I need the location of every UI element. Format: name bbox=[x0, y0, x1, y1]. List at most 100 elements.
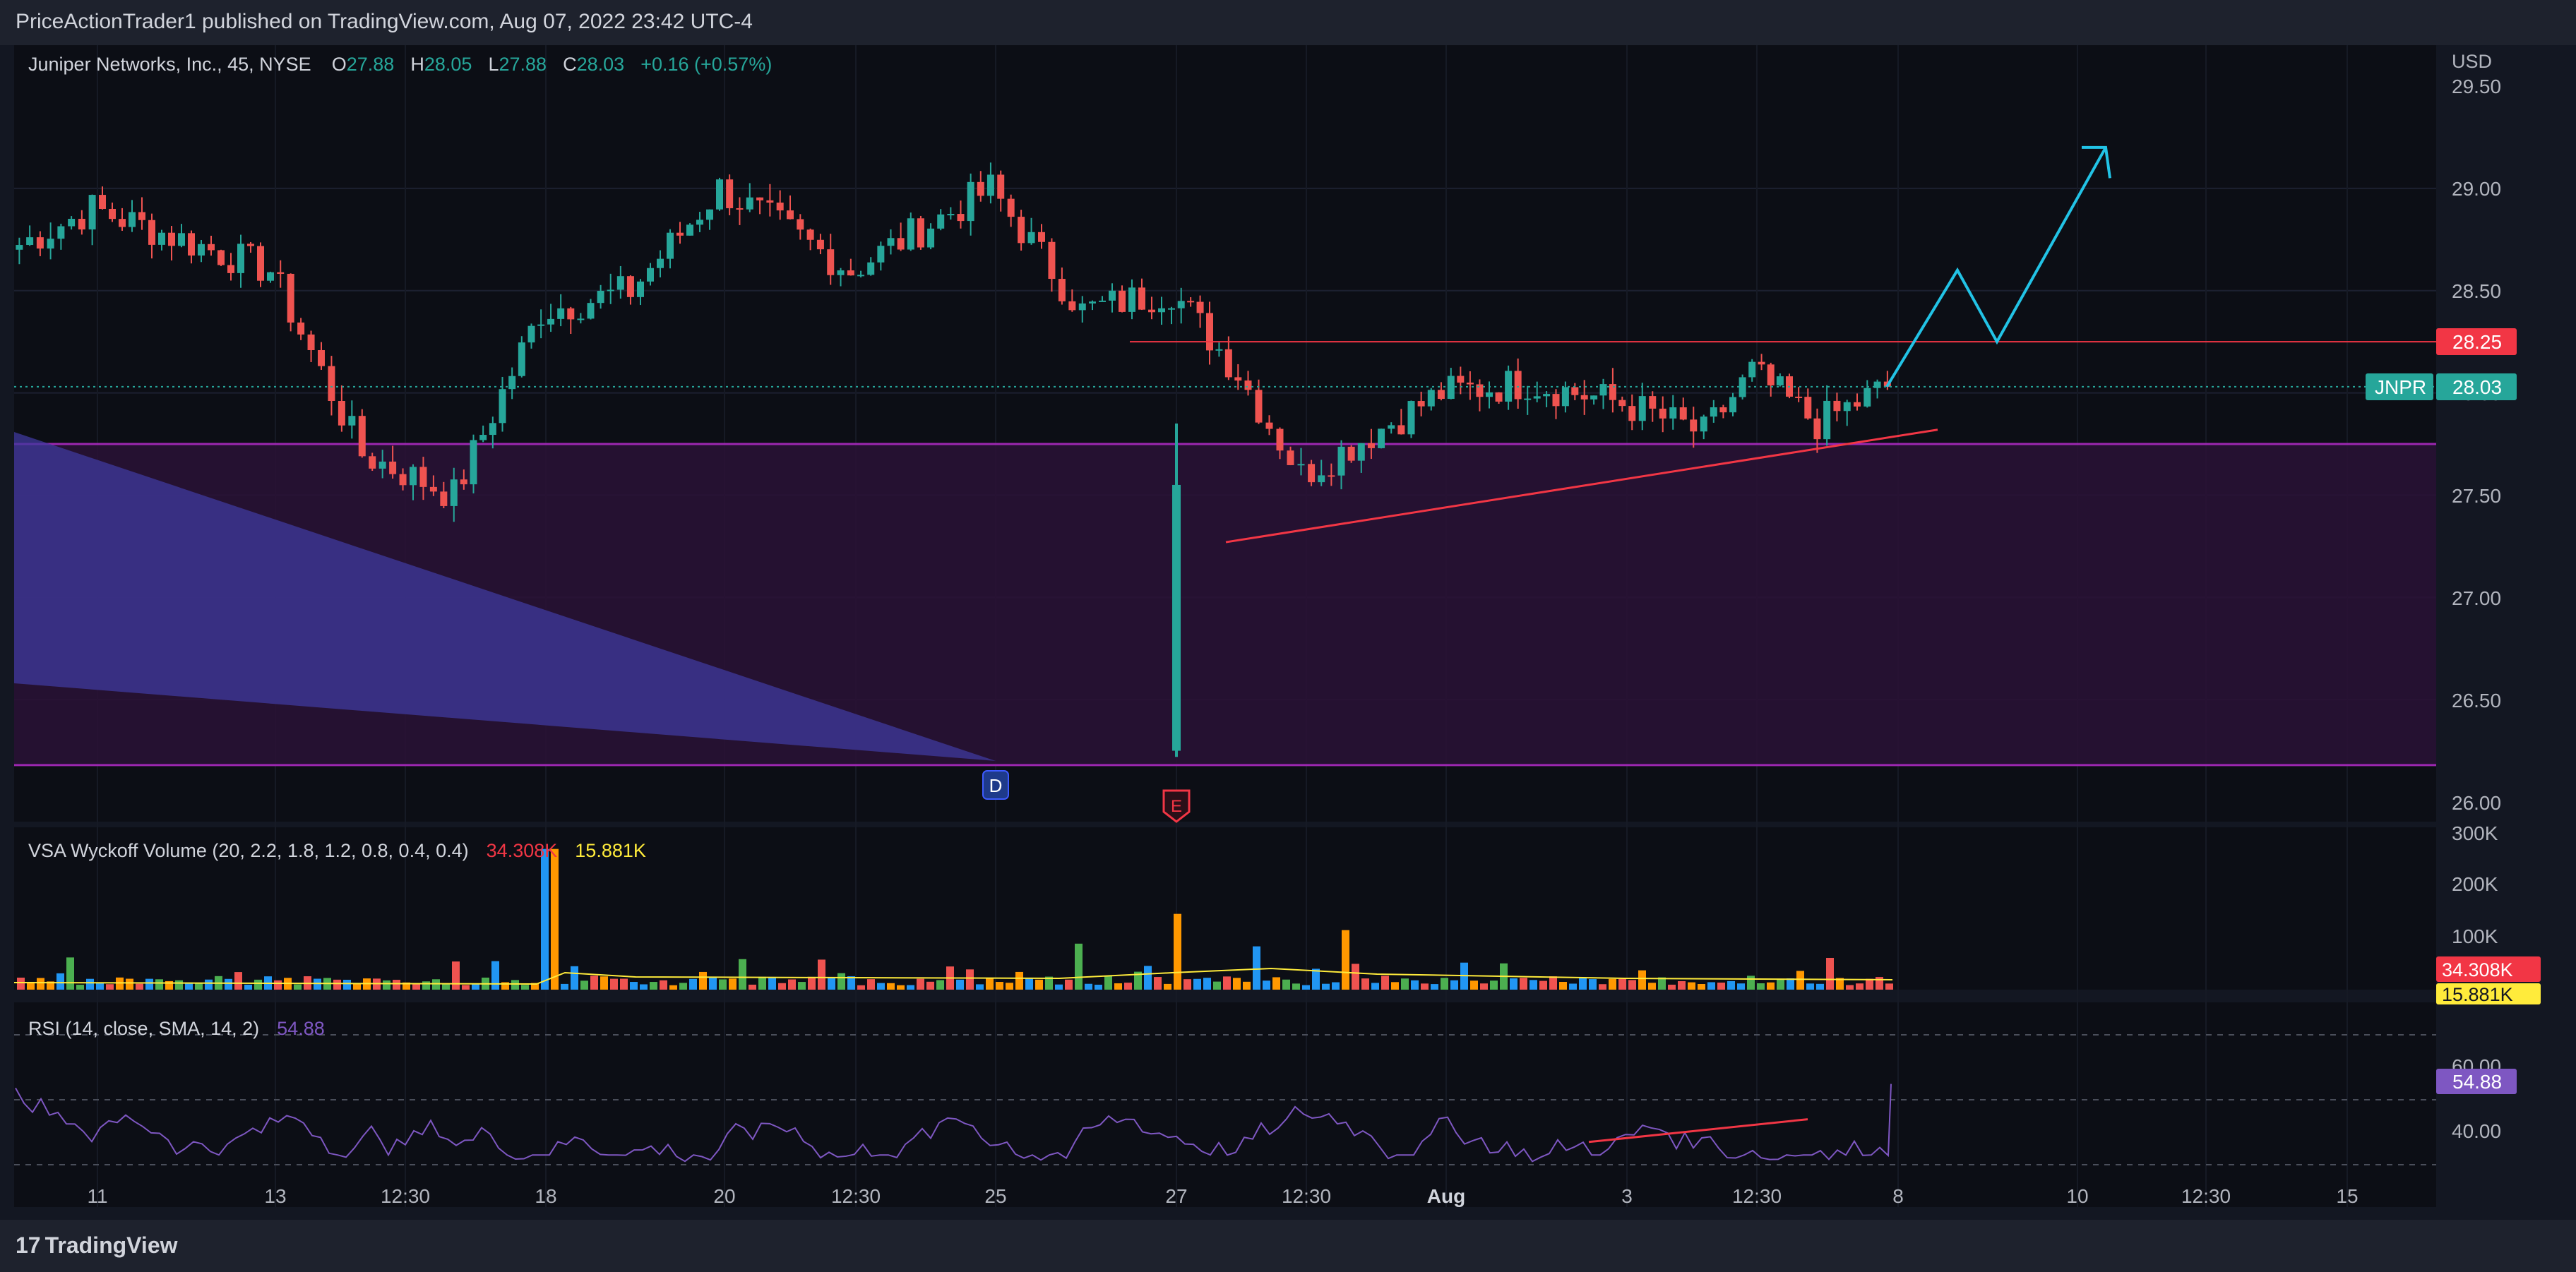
candle-body bbox=[1843, 402, 1851, 412]
volume-bar bbox=[1391, 982, 1399, 990]
candle-body bbox=[168, 232, 175, 246]
price-ticks: 29.50 29.00 28.50 28.00 27.50 27.00 26.5… bbox=[2452, 76, 2501, 814]
earnings-marker: E bbox=[1171, 797, 1182, 816]
volume-bar bbox=[729, 978, 737, 990]
time-tick: 10 bbox=[2066, 1185, 2088, 1207]
symbol-name[interactable]: Juniper Networks, Inc., 45, NYSE bbox=[28, 54, 311, 75]
candle-body bbox=[626, 276, 634, 297]
candle-body bbox=[348, 416, 356, 426]
volume-bar bbox=[343, 980, 351, 990]
volume-bar bbox=[1737, 983, 1745, 990]
tradingview-logo[interactable]: 17 TradingView bbox=[16, 1232, 178, 1259]
volume-bar bbox=[205, 979, 213, 990]
volume-bar bbox=[1846, 985, 1854, 990]
volume-bar bbox=[294, 984, 302, 990]
candle-body bbox=[419, 467, 427, 487]
candle-body bbox=[647, 268, 654, 282]
volume-bar bbox=[66, 957, 74, 990]
last-price-tag: 28.03 bbox=[2452, 376, 2502, 398]
candle-body bbox=[917, 218, 924, 248]
volume-bar bbox=[1124, 983, 1132, 990]
candle-body bbox=[1168, 308, 1175, 310]
volume-bar bbox=[1243, 981, 1251, 990]
candle-body bbox=[26, 237, 34, 246]
candle-body bbox=[378, 461, 386, 469]
candle-body bbox=[977, 181, 984, 196]
time-tick: 15 bbox=[2336, 1185, 2358, 1207]
candle-body bbox=[686, 224, 693, 236]
candle-body bbox=[1476, 384, 1484, 397]
volume-bar bbox=[689, 978, 697, 990]
candle-body bbox=[1659, 408, 1666, 419]
price-tick: 29.00 bbox=[2452, 178, 2501, 200]
candle-body bbox=[1795, 396, 1803, 398]
volume-bar bbox=[1520, 978, 1527, 990]
candle-body bbox=[1367, 443, 1375, 448]
volume-bar bbox=[452, 961, 460, 990]
volume-bar bbox=[1352, 964, 1359, 990]
candle-body bbox=[1813, 418, 1821, 440]
volume-bar bbox=[1638, 970, 1646, 990]
rsi-title[interactable]: RSI (14, close, SMA, 14, 2) bbox=[28, 1018, 259, 1039]
candle-body bbox=[587, 303, 595, 319]
candle-body bbox=[736, 208, 744, 210]
volume-bar bbox=[274, 980, 282, 990]
candle-body bbox=[1833, 400, 1841, 412]
high-label: H bbox=[410, 54, 424, 75]
time-tick: 20 bbox=[713, 1185, 735, 1207]
volume-tag: 34.308K bbox=[2442, 959, 2513, 980]
high-value: 28.05 bbox=[424, 54, 472, 75]
time-tick: 3 bbox=[1621, 1185, 1633, 1207]
volume-bar bbox=[907, 985, 914, 990]
candle-body bbox=[1337, 446, 1345, 476]
candle-body bbox=[787, 210, 794, 220]
candle-body bbox=[1599, 384, 1607, 396]
chart-canvas[interactable]: USD 29.50 29.00 28.50 28.00 27.50 27.00 … bbox=[0, 0, 2576, 1272]
candle-body bbox=[109, 208, 116, 220]
volume-bar bbox=[1233, 978, 1241, 990]
candle-body bbox=[706, 209, 713, 220]
candle-body bbox=[1495, 392, 1503, 402]
volume-bar bbox=[1678, 981, 1686, 990]
volume-bar bbox=[1431, 984, 1438, 990]
candle-body bbox=[1089, 301, 1096, 304]
volume-bar bbox=[926, 981, 934, 990]
volume-bar bbox=[225, 978, 232, 990]
price-tick: 28.50 bbox=[2452, 280, 2501, 302]
volume-bar bbox=[1767, 982, 1775, 990]
volume-bar bbox=[1777, 978, 1784, 990]
candle-body bbox=[537, 324, 545, 326]
volume-bar bbox=[1272, 977, 1280, 990]
candle-body bbox=[746, 197, 753, 210]
candle-body bbox=[36, 237, 44, 249]
volume-title[interactable]: VSA Wyckoff Volume (20, 2.2, 1.8, 1.2, 0… bbox=[28, 840, 469, 861]
candle-body bbox=[1854, 402, 1861, 407]
volume-bar bbox=[1312, 968, 1320, 990]
volume-bar bbox=[1213, 981, 1221, 990]
candle-body bbox=[1048, 241, 1056, 280]
candle-body bbox=[1571, 387, 1579, 395]
candle-body bbox=[637, 281, 644, 297]
volume-bar bbox=[1006, 983, 1013, 990]
volume-bar bbox=[1510, 978, 1517, 990]
volume-bar bbox=[956, 979, 964, 990]
volume-tick: 200K bbox=[2452, 873, 2498, 895]
price-currency: USD bbox=[2452, 51, 2492, 72]
volume-bar bbox=[1530, 980, 1537, 990]
candle-body bbox=[766, 200, 774, 203]
time-tick: 8 bbox=[1892, 1185, 1904, 1207]
volume-bar bbox=[1015, 971, 1023, 990]
candle-body bbox=[1038, 232, 1045, 242]
candle-body bbox=[178, 233, 185, 246]
candle-body bbox=[1109, 290, 1116, 301]
volume-bar bbox=[234, 972, 242, 990]
volume-bar bbox=[136, 983, 143, 990]
footer-bar: 17 TradingView bbox=[0, 1220, 2576, 1272]
candle-body bbox=[499, 389, 506, 424]
volume-bar bbox=[1628, 980, 1636, 990]
volume-bar bbox=[561, 983, 568, 990]
candle-body bbox=[188, 233, 195, 256]
volume-bar bbox=[867, 979, 875, 990]
candle-body bbox=[369, 456, 376, 469]
candle-body bbox=[1679, 407, 1687, 420]
